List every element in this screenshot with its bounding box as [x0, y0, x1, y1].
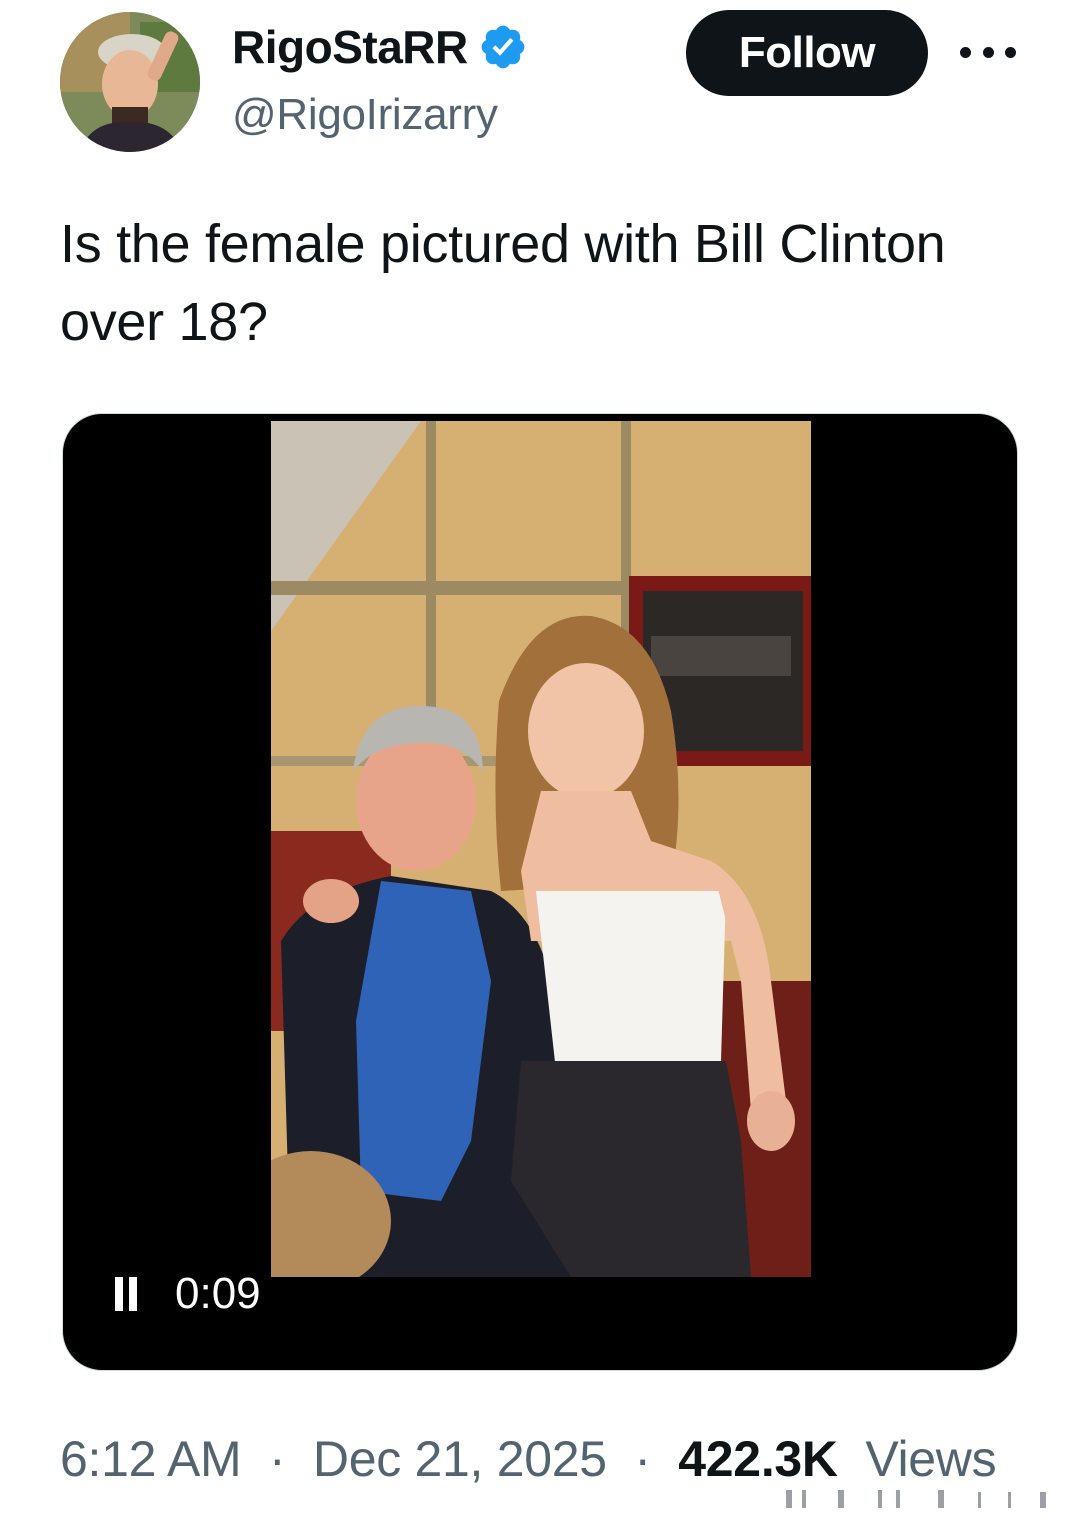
- pause-icon[interactable]: [113, 1277, 139, 1311]
- more-horizontal-icon[interactable]: [960, 42, 1016, 62]
- author-handle[interactable]: @RigoIrizarry: [232, 90, 528, 140]
- more-dot: [982, 46, 994, 58]
- meta-separator: ·: [268, 1431, 286, 1487]
- video-playback-controls: 0:09: [113, 1264, 261, 1324]
- author-display-name[interactable]: RigoStaRR: [232, 20, 468, 74]
- meta-separator: ·: [634, 1431, 651, 1487]
- author-avatar[interactable]: [60, 12, 200, 152]
- video-still-image: [271, 421, 811, 1277]
- more-dot: [960, 46, 971, 58]
- tweet-text: Is the female pictured with Bill Clinton…: [60, 214, 946, 352]
- views-label: Views: [865, 1431, 997, 1487]
- avatar-image: [60, 12, 200, 152]
- more-dot: [1005, 46, 1016, 58]
- watermark-logo: [778, 1482, 1058, 1516]
- author-info: RigoStaRR @RigoIrizarry: [232, 18, 528, 140]
- video-timestamp: 0:09: [175, 1269, 261, 1318]
- video-frame[interactable]: [271, 421, 811, 1277]
- tweet-header: RigoStaRR @RigoIrizarry Follow: [0, 0, 1080, 160]
- tweet-time[interactable]: 6:12 AM: [60, 1431, 242, 1487]
- verified-badge-icon: [478, 22, 528, 72]
- tweet-metadata: 6:12 AM · Dec 21, 2025 · 422.3K Views: [60, 1430, 997, 1488]
- tweet-video[interactable]: 0:09: [62, 413, 1018, 1371]
- display-name-row: RigoStaRR: [232, 18, 528, 76]
- follow-button[interactable]: Follow: [686, 10, 928, 96]
- tweet-date[interactable]: Dec 21, 2025: [313, 1431, 607, 1487]
- views-count: 422.3K: [678, 1431, 838, 1487]
